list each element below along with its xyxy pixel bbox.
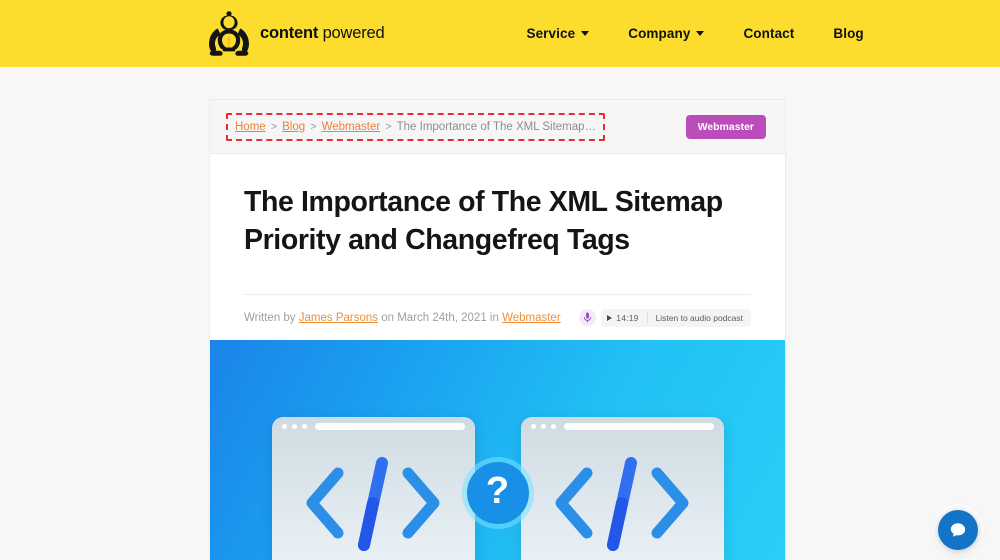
brand-name-bold: content — [260, 24, 319, 42]
window-dot-icon — [550, 424, 556, 430]
nav-item-service-label: Service — [526, 26, 576, 41]
microphone-glyph — [584, 312, 592, 323]
sumo-wrestler-logo-icon — [209, 10, 249, 56]
nav-item-company[interactable]: Company — [628, 26, 705, 41]
breadcrumb: Home > Blog > Webmaster > The Importance… — [226, 112, 606, 141]
page-body: Home > Blog > Webmaster > The Importance… — [0, 67, 1000, 560]
window-dot-icon — [291, 424, 297, 430]
breadcrumb-separator: > — [310, 120, 317, 133]
main-navigation: Service Company Contact Blog — [526, 26, 863, 41]
chevron-down-icon — [696, 31, 705, 36]
brand-name: content powered — [260, 24, 385, 43]
site-header: content powered Service Company Contact … — [0, 0, 1000, 67]
byline-row: Written by James Parsons on March 24th, … — [244, 295, 751, 340]
brand-logo-link[interactable]: content powered — [207, 10, 385, 58]
breadcrumb-item-home[interactable]: Home — [235, 121, 266, 133]
byline-prefix: Written by — [244, 311, 296, 324]
article-header: The Importance of The XML Sitemap Priori… — [210, 154, 785, 340]
category-badge[interactable]: Webmaster — [685, 114, 766, 139]
nav-item-blog-label: Blog — [833, 26, 864, 41]
breadcrumb-bar: Home > Blog > Webmaster > The Importance… — [210, 100, 785, 154]
browser-chrome-bar — [272, 417, 475, 437]
category-link[interactable]: Webmaster — [502, 312, 561, 324]
hero-content: CHANGEFREQ FREQUENCY — [210, 340, 785, 560]
author-link[interactable]: James Parsons — [299, 312, 378, 324]
breadcrumb-item-blog[interactable]: Blog — [282, 121, 305, 133]
podcast-duration: 14:19 — [616, 312, 639, 323]
page-title: The Importance of The XML Sitemap Priori… — [244, 186, 723, 256]
hero-panel-frequency: FREQUENCY — [520, 416, 724, 560]
chevron-down-icon — [581, 31, 590, 36]
play-icon[interactable] — [607, 314, 613, 321]
chat-widget-button[interactable] — [938, 510, 978, 550]
address-bar — [314, 423, 465, 431]
article-card: Home > Blog > Webmaster > The Importance… — [210, 100, 785, 560]
breadcrumb-item-webmaster[interactable]: Webmaster — [322, 121, 381, 133]
byline-date: on March 24th, 2021 in — [381, 311, 499, 324]
window-dot-icon — [281, 424, 287, 430]
breadcrumb-current-page: The Importance of The XML Sitemap… — [396, 120, 597, 133]
question-mark-icon: ? — [466, 461, 529, 524]
byline: Written by James Parsons on March 24th, … — [244, 312, 561, 324]
code-brackets-icon — [306, 456, 440, 551]
window-dot-icon — [530, 424, 536, 430]
nav-item-blog[interactable]: Blog — [833, 26, 863, 41]
chat-bubble-icon — [950, 523, 966, 537]
question-mark-symbol: ? — [485, 470, 510, 513]
window-dot-icon — [540, 424, 546, 430]
podcast-bar[interactable]: 14:19 Listen to audio podcast — [601, 308, 751, 327]
podcast-divider — [646, 312, 648, 324]
nav-item-company-label: Company — [628, 26, 691, 41]
nav-item-contact-label: Contact — [743, 26, 795, 41]
article-hero-image: CHANGEFREQ FREQUENCY — [210, 339, 785, 560]
podcast-label: Listen to audio podcast — [655, 312, 743, 323]
podcast-player: 14:19 Listen to audio podcast — [579, 308, 751, 327]
address-bar — [563, 423, 714, 431]
breadcrumb-separator: > — [385, 120, 392, 133]
browser-chrome-bar — [521, 417, 724, 437]
code-brackets-icon — [555, 456, 689, 551]
hero-panel-changefreq: CHANGEFREQ — [271, 416, 475, 560]
window-dot-icon — [301, 424, 307, 430]
nav-item-contact[interactable]: Contact — [743, 26, 794, 41]
nav-item-service[interactable]: Service — [526, 26, 590, 41]
microphone-icon[interactable] — [579, 309, 597, 327]
brand-name-light: powered — [318, 24, 385, 42]
breadcrumb-separator: > — [270, 120, 278, 133]
